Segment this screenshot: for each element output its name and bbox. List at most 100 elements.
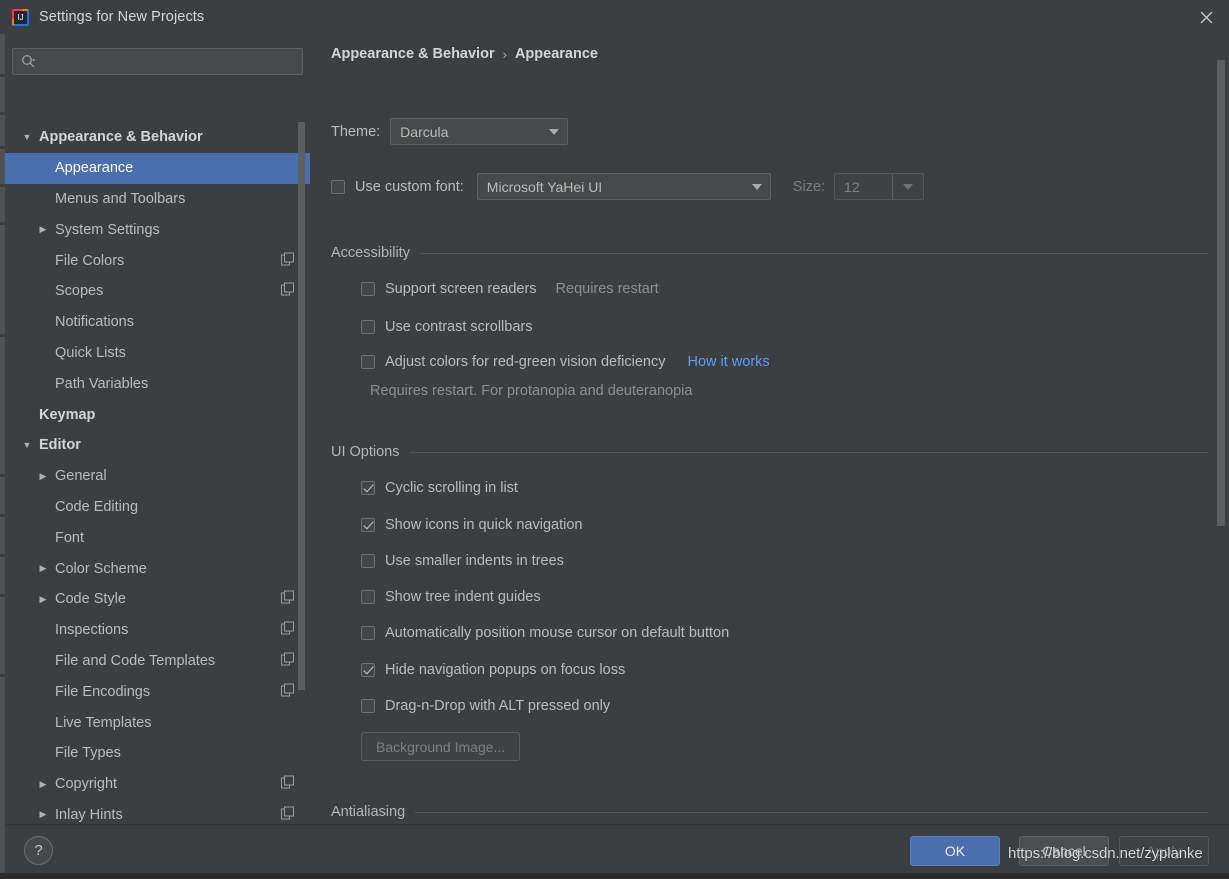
sidebar-item-label: Keymap xyxy=(35,407,95,423)
sidebar-item-label: Scopes xyxy=(51,283,103,299)
sidebar-item-label: File Encodings xyxy=(51,684,150,700)
sidebar-item-inlay-hints[interactable]: ▶Inlay Hints xyxy=(5,800,310,824)
sidebar-item-keymap[interactable]: Keymap xyxy=(5,399,310,430)
copy-settings-icon xyxy=(281,806,294,823)
copy-settings-icon xyxy=(281,622,294,639)
close-icon[interactable] xyxy=(1183,0,1229,34)
sidebar-item-notifications[interactable]: Notifications xyxy=(5,307,310,338)
section-divider xyxy=(415,812,1208,813)
watermark: https://blog.csdn.net/zyplanke xyxy=(1008,845,1203,862)
sidebar-search[interactable] xyxy=(12,48,303,75)
checkbox-box xyxy=(361,481,375,495)
checkbox-box xyxy=(361,554,375,568)
copy-settings-icon xyxy=(281,776,294,793)
chevron-right-icon[interactable]: ▶ xyxy=(35,779,51,790)
accessibility-section-header: Accessibility xyxy=(331,245,1208,261)
sidebar-item-path-variables[interactable]: Path Variables xyxy=(5,368,310,399)
font-size-select[interactable]: 12 xyxy=(834,173,924,200)
ui-option-use-smaller-indents-in-trees-checkbox[interactable]: Use smaller indents in trees xyxy=(361,553,564,569)
sidebar-item-label: Appearance & Behavior xyxy=(35,129,203,145)
ui-option-row: Show tree indent guides xyxy=(361,589,541,605)
custom-font-value: Microsoft YaHei UI xyxy=(487,179,602,195)
sidebar-item-color-scheme[interactable]: ▶Color Scheme xyxy=(5,553,310,584)
search-icon xyxy=(21,54,37,70)
background-image-row: Background Image... xyxy=(361,732,520,761)
accessibility-footnote: Requires restart. For protanopia and deu… xyxy=(370,383,692,399)
sidebar-item-label: Font xyxy=(51,530,84,546)
ui-option-label: Hide navigation popups on focus loss xyxy=(385,662,625,678)
main-scrollbar-thumb[interactable] xyxy=(1217,60,1225,526)
sidebar-item-quick-lists[interactable]: Quick Lists xyxy=(5,338,310,369)
use-contrast-scrollbars-checkbox[interactable]: Use contrast scrollbars xyxy=(361,319,532,335)
sidebar-item-file-and-code-templates[interactable]: File and Code Templates xyxy=(5,646,310,677)
sidebar-item-scopes[interactable]: Scopes xyxy=(5,276,310,307)
antialiasing-section-header: Antialiasing xyxy=(331,804,1208,820)
use-custom-font-checkbox[interactable]: Use custom font: xyxy=(331,179,464,195)
chevron-right-icon[interactable]: ▶ xyxy=(35,471,51,482)
chevron-down-icon[interactable]: ▼ xyxy=(19,440,35,450)
sidebar-item-label: System Settings xyxy=(51,222,160,238)
sidebar-item-copyright[interactable]: ▶Copyright xyxy=(5,769,310,800)
ok-button[interactable]: OK xyxy=(910,836,1000,866)
chevron-right-icon[interactable]: ▶ xyxy=(35,563,51,574)
ui-option-hide-navigation-popups-on-focus-loss-checkbox[interactable]: Hide navigation popups on focus loss xyxy=(361,662,625,678)
breadcrumb: Appearance & Behavior › Appearance xyxy=(331,46,598,62)
ui-option-label: Show icons in quick navigation xyxy=(385,517,582,533)
sidebar-item-system-settings[interactable]: ▶System Settings xyxy=(5,214,310,245)
ui-option-cyclic-scrolling-in-list-checkbox[interactable]: Cyclic scrolling in list xyxy=(361,480,518,496)
sidebar-item-menus-and-toolbars[interactable]: Menus and Toolbars xyxy=(5,184,310,215)
sidebar-item-general[interactable]: ▶General xyxy=(5,461,310,492)
ui-options-section-header: UI Options xyxy=(331,444,1208,460)
sidebar-item-inspections[interactable]: Inspections xyxy=(5,615,310,646)
copy-settings-icon xyxy=(281,591,294,608)
search-input[interactable] xyxy=(37,53,302,70)
sidebar-item-file-encodings[interactable]: File Encodings xyxy=(5,676,310,707)
ui-option-row: Drag-n-Drop with ALT pressed only xyxy=(361,698,610,714)
how-it-works-link[interactable]: How it works xyxy=(687,354,769,370)
sidebar-item-file-types[interactable]: File Types xyxy=(5,738,310,769)
main-scrollbar[interactable] xyxy=(1215,60,1227,820)
ui-option-show-tree-indent-guides-checkbox[interactable]: Show tree indent guides xyxy=(361,589,541,605)
sidebar-scrollbar-thumb[interactable] xyxy=(298,122,305,690)
chevron-right-icon[interactable]: ▶ xyxy=(35,224,51,235)
theme-select[interactable]: Darcula xyxy=(390,118,568,145)
sidebar-item-label: Path Variables xyxy=(51,376,148,392)
sidebar-item-label: Code Style xyxy=(51,591,126,607)
sidebar-item-code-style[interactable]: ▶Code Style xyxy=(5,584,310,615)
sidebar-item-label: Notifications xyxy=(51,314,134,330)
checkbox-box xyxy=(361,626,375,640)
use-contrast-scrollbars-label: Use contrast scrollbars xyxy=(385,319,532,335)
theme-label: Theme: xyxy=(331,124,380,140)
checkbox-box xyxy=(361,663,375,677)
use-custom-font-label: Use custom font: xyxy=(355,179,464,195)
ui-option-label: Show tree indent guides xyxy=(385,589,541,605)
background-image-button[interactable]: Background Image... xyxy=(361,732,520,761)
copy-settings-icon xyxy=(281,252,294,269)
chevron-down-icon[interactable]: ▼ xyxy=(19,132,35,142)
adjust-colors-checkbox[interactable]: Adjust colors for red-green vision defic… xyxy=(361,354,665,370)
sidebar-scrollbar[interactable] xyxy=(296,122,307,824)
sidebar-item-editor[interactable]: ▼Editor xyxy=(5,430,310,461)
ui-option-automatically-position-mouse-cursor-on-default-button-checkbox[interactable]: Automatically position mouse cursor on d… xyxy=(361,625,729,641)
support-screen-readers-checkbox[interactable]: Support screen readers xyxy=(361,281,537,297)
ui-option-label: Use smaller indents in trees xyxy=(385,553,564,569)
ui-option-row: Cyclic scrolling in list xyxy=(361,480,518,496)
sidebar-item-font[interactable]: Font xyxy=(5,522,310,553)
ui-option-show-icons-in-quick-navigation-checkbox[interactable]: Show icons in quick navigation xyxy=(361,517,582,533)
sidebar-item-file-colors[interactable]: File Colors xyxy=(5,245,310,276)
sidebar-item-appearance[interactable]: Appearance xyxy=(5,153,310,184)
breadcrumb-parent[interactable]: Appearance & Behavior xyxy=(331,46,495,62)
chevron-right-icon[interactable]: ▶ xyxy=(35,594,51,605)
sidebar-item-appearance-behavior[interactable]: ▼Appearance & Behavior xyxy=(5,122,310,153)
adjust-colors-label: Adjust colors for red-green vision defic… xyxy=(385,354,665,370)
checkbox-box xyxy=(361,355,375,369)
ui-option-drag-n-drop-with-alt-pressed-only-checkbox[interactable]: Drag-n-Drop with ALT pressed only xyxy=(361,698,610,714)
sidebar-item-code-editing[interactable]: Code Editing xyxy=(5,492,310,523)
sidebar-item-label: Copyright xyxy=(51,776,117,792)
sidebar-item-live-templates[interactable]: Live Templates xyxy=(5,707,310,738)
chevron-down-icon xyxy=(752,184,762,190)
help-button[interactable]: ? xyxy=(24,836,53,865)
custom-font-select[interactable]: Microsoft YaHei UI xyxy=(477,173,771,200)
sidebar-item-label: Editor xyxy=(35,437,81,453)
chevron-right-icon[interactable]: ▶ xyxy=(35,809,51,820)
